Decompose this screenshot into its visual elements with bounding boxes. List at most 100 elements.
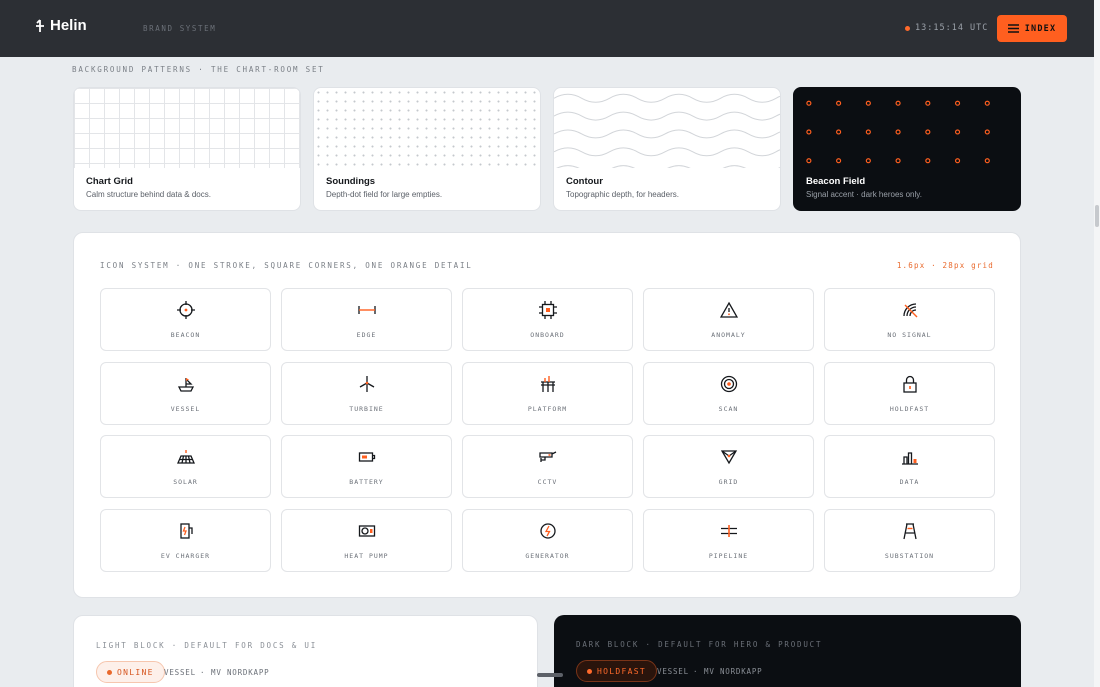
beacon-dot	[806, 100, 812, 106]
status-dot-icon	[107, 669, 112, 675]
meta-separator: ·	[200, 668, 206, 677]
icon-label: PLATFORM	[527, 405, 568, 413]
status-dot-icon	[587, 668, 592, 674]
turbine-icon	[359, 376, 375, 392]
meta-vessel-name: MV NORDKAPP	[704, 667, 763, 676]
helin-mark-icon	[36, 18, 44, 32]
beacon-dot	[836, 100, 842, 106]
drag-handle[interactable]	[537, 673, 563, 677]
index-label: INDEX	[1024, 23, 1057, 34]
dark-block-card: DARK BLOCK · DEFAULT FOR HERO & PRODUCT …	[554, 615, 1021, 687]
icon-label: DATA	[899, 478, 920, 486]
status-pill-label: HOLDFAST	[597, 666, 646, 676]
icon-tile-solar[interactable]: SOLAR	[100, 435, 271, 498]
icon-label: NO SIGNAL	[887, 331, 932, 339]
chart-grid-pattern	[74, 88, 300, 168]
beacon-dot	[865, 100, 871, 106]
generator-icon	[540, 523, 556, 539]
icon-tile-grid[interactable]: GRID	[643, 435, 814, 498]
scan-icon	[720, 375, 738, 393]
icon-label: TURBINE	[349, 405, 384, 413]
icon-label: HOLDFAST	[889, 405, 930, 413]
icon-tile-battery[interactable]: BATTERY	[281, 435, 452, 498]
meta-vessel-name: MV NORDKAPP	[211, 668, 270, 677]
icon-tile-anomaly[interactable]: ANOMALY	[643, 288, 814, 351]
icon-tile-turbine[interactable]: TURBINE	[281, 362, 452, 425]
beacon-dot	[865, 158, 871, 164]
icon-label: BATTERY	[349, 478, 384, 486]
scrollbar-track[interactable]	[1094, 0, 1100, 687]
beacon-dot	[984, 158, 990, 164]
index-button[interactable]: INDEX	[997, 15, 1067, 42]
patterns-section-label: BACKGROUND PATTERNS · THE CHART-ROOM SET	[72, 65, 325, 74]
icon-tile-beacon[interactable]: BEACON	[100, 288, 271, 351]
icon-tile-substation[interactable]: SUBSTATION	[824, 509, 995, 572]
icon-tile-heat-pump[interactable]: HEAT PUMP	[281, 509, 452, 572]
icon-label: SUBSTATION	[884, 552, 935, 560]
ev-charger-icon	[180, 523, 193, 539]
beacon-dot	[984, 129, 990, 135]
icon-label: HEAT PUMP	[344, 552, 389, 560]
icon-label: GENERATOR	[525, 552, 570, 560]
live-dot-icon	[905, 25, 910, 31]
status-pill-online[interactable]: ONLINE	[96, 661, 165, 683]
icon-label: PIPELINE	[708, 552, 749, 560]
beacon-field-pattern	[806, 100, 990, 164]
icon-tile-generator[interactable]: GENERATOR	[462, 509, 633, 572]
pipeline-icon	[721, 525, 737, 537]
light-block-card: LIGHT BLOCK · DEFAULT FOR DOCS & UI ONLI…	[73, 615, 538, 687]
meta-vessel: VESSEL	[164, 668, 196, 677]
soundings-pattern	[314, 88, 540, 168]
beacon-dot	[954, 129, 961, 135]
icon-tile-data[interactable]: DATA	[824, 435, 995, 498]
pattern-card-soundings[interactable]: Soundings Depth-dot field for large empt…	[313, 87, 541, 211]
icon-system-spec: 1.6px · 28px grid	[896, 261, 994, 270]
icon-tile-onboard[interactable]: ONBOARD	[462, 288, 633, 351]
icon-tile-platform[interactable]: PLATFORM	[462, 362, 633, 425]
pattern-card-contour[interactable]: Contour Topographic depth, for headers.	[553, 87, 781, 211]
status-pill-holdfast[interactable]: HOLDFAST	[576, 660, 657, 682]
pattern-card-beacon-field[interactable]: Beacon Field Signal accent · dark heroes…	[793, 87, 1021, 211]
icon-tile-no-signal[interactable]: NO SIGNAL	[824, 288, 995, 351]
meta-vessel: VESSEL	[657, 667, 689, 676]
icon-tile-vessel[interactable]: VESSEL	[100, 362, 271, 425]
substation-icon	[903, 523, 917, 540]
logo-text: Helin	[50, 17, 87, 34]
icon-tile-pipeline[interactable]: PIPELINE	[643, 509, 814, 572]
beacon-dot	[895, 158, 901, 164]
beacon-dot	[836, 129, 842, 135]
heat-pump-icon	[358, 525, 376, 537]
cctv-icon	[539, 451, 557, 462]
light-block-title: LIGHT BLOCK · DEFAULT FOR DOCS & UI	[96, 641, 318, 650]
onboard-icon	[539, 301, 557, 319]
vessel-icon	[177, 378, 195, 392]
beacon-dot	[895, 129, 901, 135]
icon-tile-ev-charger[interactable]: EV CHARGER	[100, 509, 271, 572]
beacon-dot	[954, 100, 961, 106]
icon-label: SCAN	[718, 405, 739, 413]
icon-tile-cctv[interactable]: CCTV	[462, 435, 633, 498]
utc-clock: 13:15:14 UTC	[905, 23, 988, 33]
grid-icon	[720, 450, 738, 465]
pattern-card-chart-grid[interactable]: Chart Grid Calm structure behind data & …	[73, 87, 301, 211]
beacon-dot	[806, 129, 812, 135]
clock-text: 13:15:14 UTC	[915, 23, 989, 33]
pattern-subtitle: Depth-dot field for large empties.	[326, 190, 443, 199]
icon-system-panel: ICON SYSTEM · ONE STROKE, SQUARE CORNERS…	[73, 232, 1021, 598]
icon-label: ANOMALY	[711, 331, 746, 339]
meta-separator: ·	[693, 667, 699, 676]
menu-icon	[1007, 24, 1019, 33]
anomaly-icon	[720, 301, 738, 318]
icon-tile-edge[interactable]: EDGE	[281, 288, 452, 351]
contour-pattern	[554, 93, 780, 168]
icon-label: BEACON	[170, 331, 201, 339]
battery-icon	[358, 452, 376, 462]
icon-label: VESSEL	[170, 405, 201, 413]
icon-tile-holdfast[interactable]: HOLDFAST	[824, 362, 995, 425]
icon-tile-scan[interactable]: SCAN	[643, 362, 814, 425]
helin-logo[interactable]: Helin	[34, 17, 87, 34]
top-bar: Helin BRAND SYSTEM 13:15:14 UTC INDEX	[0, 0, 1094, 57]
pattern-title: Contour	[566, 176, 603, 187]
scrollbar-thumb[interactable]	[1095, 205, 1099, 227]
beacon-dot	[954, 158, 961, 164]
